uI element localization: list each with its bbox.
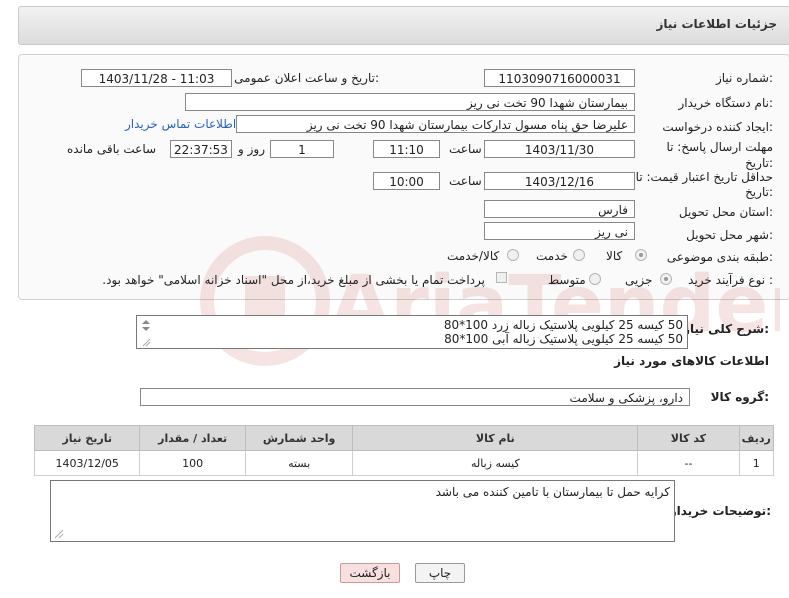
page-header: جزئیات اطلاعات نیاز (18, 6, 789, 45)
need-number-label: شماره نیاز: (715, 71, 773, 85)
validity-label: حداقل تاریخ اعتبار قیمت: تا (635, 170, 773, 184)
deadline-date-field: 1403/11/30 (484, 140, 635, 158)
col-need-date: تاریخ نیاز (33, 425, 141, 451)
resize-handle-icon[interactable] (54, 529, 64, 539)
validity-date-field: 1403/12/16 (484, 172, 635, 190)
goods-table: ردیف کد کالا نام کالا واحد شمارش تعداد /… (33, 425, 775, 476)
category-service-label: خدمت (536, 249, 568, 263)
category-goods-label: کالا (606, 249, 623, 263)
city-field: نی ریز (484, 222, 635, 240)
cell-need-date: 1403/12/05 (33, 450, 141, 476)
goods-group-field: دارو، پزشکی و سلامت (140, 388, 690, 406)
remaining-time-label: ساعت باقی مانده (67, 142, 157, 156)
description-textarea[interactable]: 50 کیسه 25 کیلویی پلاستیک زباله زرد 100*… (136, 315, 688, 349)
announce-field: 1403/11/28 - 11:03 (81, 69, 232, 87)
announce-label: تاریخ و ساعت اعلان عمومی: (234, 71, 379, 85)
cell-row: 1 (738, 450, 775, 476)
col-quantity: تعداد / مقدار (139, 425, 246, 451)
deadline-date-label: تاریخ: (745, 156, 773, 170)
goods-section-title: اطلاعات کالاهای مورد نیاز (614, 354, 769, 368)
col-code: کد کالا (637, 425, 740, 451)
goods-group-label: گروه کالا: (710, 390, 769, 404)
col-unit: واحد شمارش (244, 425, 354, 451)
province-label: استان محل تحویل: (678, 205, 773, 219)
process-medium-label: متوسط (548, 273, 586, 287)
print-button[interactable]: چاپ (415, 563, 465, 583)
buyer-notes-label: توضیحات خریدار: (669, 504, 771, 518)
table-row: 1 -- کیسه زباله بسته 100 1403/12/05 (33, 450, 775, 476)
treasury-payment-note: پرداخت تمام یا بخشی از مبلغ خرید،از محل … (102, 273, 485, 287)
days-remaining-field: 1 (270, 140, 334, 158)
category-service-radio[interactable] (573, 249, 585, 261)
city-label: شهر محل تحویل: (686, 228, 773, 242)
buyer-label: نام دستگاه خریدار: (678, 96, 774, 110)
buyer-notes-textarea[interactable]: کرایه حمل تا بیمارستان با تامین کننده می… (50, 480, 675, 542)
buyer-notes-text: کرایه حمل تا بیمارستان با تامین کننده می… (435, 485, 670, 499)
process-small-label: جزیی (625, 273, 653, 287)
process-label: نوع فرآیند خرید : (688, 273, 773, 287)
buyer-contact-link[interactable]: اطلاعات تماس خریدار (125, 117, 236, 131)
need-number-field: 1103090716000031 (484, 69, 635, 87)
province-field: فارس (484, 200, 635, 218)
page-title: جزئیات اطلاعات نیاز (656, 17, 777, 31)
creator-field: علیرضا حق پناه مسول تدارکات بیمارستان شه… (236, 115, 635, 133)
back-button[interactable]: بازگشت (340, 563, 400, 583)
validity-time-label: ساعت (449, 174, 482, 188)
col-row: ردیف (738, 425, 775, 451)
process-small-radio[interactable] (660, 273, 672, 285)
cell-code: -- (637, 450, 740, 476)
deadline-time-field: 11:10 (373, 140, 440, 158)
days-label: روز و (238, 142, 265, 156)
remaining-time-field: 22:37:53 (170, 140, 232, 158)
description-label: شرح کلی نیاز: (683, 322, 769, 336)
category-goods-service-radio[interactable] (507, 249, 519, 261)
scroll-arrows-icon[interactable] (140, 318, 152, 348)
cell-unit: بسته (244, 450, 354, 476)
cell-quantity: 100 (139, 450, 246, 476)
validity-date-label: تاریخ: (745, 185, 773, 199)
validity-time-field: 10:00 (373, 172, 440, 190)
category-label: طبقه بندی موضوعی: (666, 250, 773, 264)
category-goods-radio[interactable] (635, 249, 647, 261)
cell-name: کیسه زباله (352, 450, 639, 476)
buyer-field: بیمارستان شهدا 90 تخت نی ریز (185, 93, 635, 111)
table-header-row: ردیف کد کالا نام کالا واحد شمارش تعداد /… (33, 425, 775, 451)
treasury-payment-checkbox[interactable] (496, 272, 507, 283)
deadline-time-label: ساعت (449, 142, 482, 156)
description-line-2: 50 کیسه 25 کیلویی پلاستیک زباله آبی 100*… (444, 332, 683, 346)
creator-label: ایجاد کننده درخواست: (662, 120, 773, 134)
category-goods-service-label: کالا/خدمت (447, 249, 500, 263)
col-name: نام کالا (352, 425, 639, 451)
description-line-1: 50 کیسه 25 کیلویی پلاستیک زباله زرد 100*… (443, 318, 683, 332)
deadline-label: مهلت ارسال پاسخ: تا (666, 140, 773, 154)
process-medium-radio[interactable] (589, 273, 601, 285)
